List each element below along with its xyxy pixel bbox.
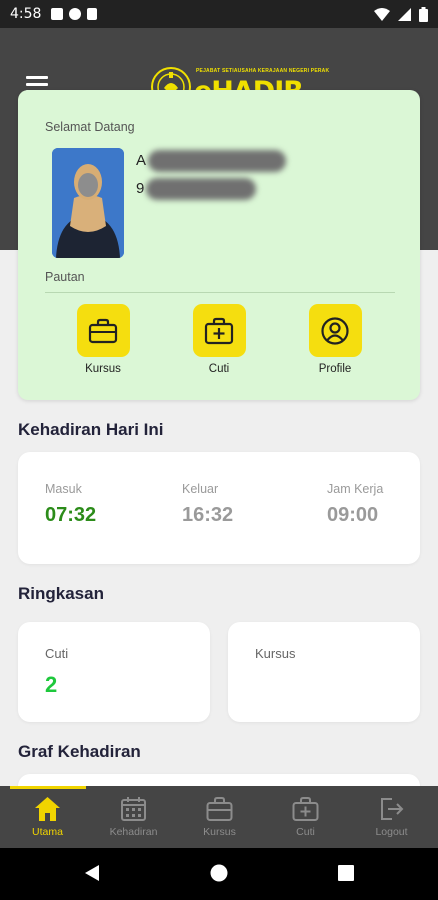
nav-item-kursus[interactable]: Kursus: [176, 786, 263, 848]
briefcase-icon: [88, 318, 118, 343]
attendance-value: 16:32: [182, 504, 234, 526]
attendance-in: Masuk 07:32: [45, 482, 96, 527]
summary-card-cuti[interactable]: Cuti 2: [18, 622, 210, 722]
notification-icon: [69, 8, 82, 20]
nav-label: Utama: [32, 826, 63, 838]
briefcase-icon: [206, 797, 233, 821]
attendance-value: 07:32: [45, 504, 97, 526]
medical-bag-icon: [204, 317, 234, 344]
recents-icon[interactable]: [337, 863, 355, 883]
nav-label: Kehadiran: [109, 826, 158, 838]
profile-photo: [52, 148, 124, 258]
welcome-card: Selamat Datang A 9 Pautan Kursus Cuti Pr…: [18, 90, 420, 400]
bottom-navigation: Utama Kehadiran Kursus Cuti Logout: [0, 786, 438, 848]
nav-label: Cuti: [296, 826, 315, 838]
section-title-today: Kehadiran Hari Ini: [18, 420, 164, 439]
nav-item-logout[interactable]: Logout: [348, 786, 435, 848]
user-name: A: [136, 152, 147, 169]
redacted-id: [146, 178, 256, 200]
signal-icon: [398, 7, 411, 21]
sd-card-icon: [87, 8, 98, 20]
summary-card-kursus[interactable]: Kursus: [228, 622, 420, 722]
attendance-label: Jam Kerja: [327, 482, 384, 496]
medical-bag-icon: [292, 797, 319, 821]
attendance-label: Keluar: [182, 482, 219, 496]
section-title-summary: Ringkasan: [18, 584, 104, 603]
quick-link-kursus[interactable]: Kursus: [63, 304, 143, 375]
today-attendance-card: Masuk 07:32 Keluar 16:32 Jam Kerja 09:00: [18, 452, 420, 564]
wifi-icon: [374, 7, 390, 21]
links-label: Pautan: [45, 270, 85, 284]
status-time: 4:58: [10, 6, 42, 22]
user-circle-icon: [321, 316, 349, 345]
logo-subtitle: PEJABAT SETIAUSAHA KERAJAAN NEGERI PERAK: [196, 68, 330, 74]
summary-label: Cuti: [45, 646, 69, 661]
quick-link-label: Profile: [318, 363, 352, 375]
nav-item-cuti[interactable]: Cuti: [262, 786, 349, 848]
quick-link-label: Cuti: [208, 363, 230, 375]
system-navigation-bar: [0, 848, 438, 900]
nav-label: Kursus: [203, 826, 236, 838]
quick-link-label: Kursus: [85, 363, 121, 375]
calendar-icon: [121, 797, 146, 821]
attendance-out: Keluar 16:32: [182, 482, 233, 527]
attendance-label: Masuk: [45, 482, 82, 496]
nav-label: Logout: [375, 826, 408, 838]
attendance-hours: Jam Kerja 09:00: [327, 482, 383, 527]
logout-icon: [381, 798, 404, 820]
user-id: 9: [136, 180, 145, 197]
notification-icon: [51, 8, 64, 20]
attendance-value: 09:00: [327, 504, 379, 526]
home-icon: [35, 797, 60, 821]
battery-icon: [419, 6, 428, 22]
quick-link-cuti[interactable]: Cuti: [179, 304, 259, 375]
home-button-icon[interactable]: [209, 863, 229, 883]
divider: [45, 292, 395, 293]
section-title-graph: Graf Kehadiran: [18, 742, 141, 761]
quick-link-profile[interactable]: Profile: [295, 304, 375, 375]
summary-label: Kursus: [255, 646, 296, 661]
summary-value: 2: [45, 672, 58, 697]
status-bar: 4:58: [0, 0, 438, 28]
greeting-text: Selamat Datang: [45, 120, 135, 134]
redacted-name: [148, 150, 286, 172]
back-icon[interactable]: [82, 863, 102, 883]
nav-item-kehadiran[interactable]: Kehadiran: [90, 786, 177, 848]
nav-item-utama[interactable]: Utama: [4, 786, 91, 848]
